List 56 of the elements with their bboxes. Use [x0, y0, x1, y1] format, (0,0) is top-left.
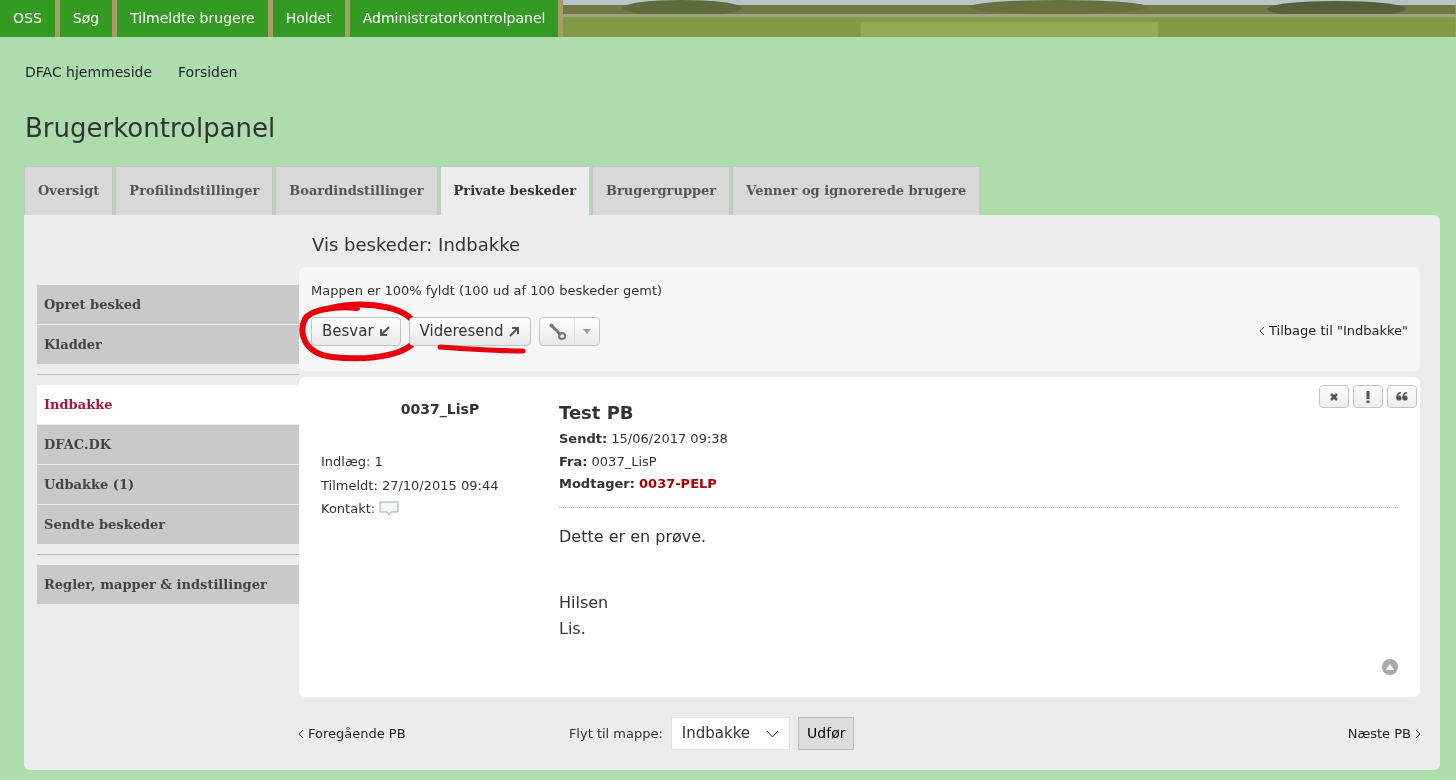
folder-status: Mappen er 100% fyldt (100 ud af 100 beskeder gemt): [311, 282, 664, 301]
forward-button[interactable]: Videresend: [408, 316, 531, 346]
reply-button[interactable]: Besvar: [311, 316, 401, 346]
move-label: Flyt til mappe:: [568, 724, 663, 743]
close-icon: [1329, 391, 1339, 402]
sidebar-item[interactable]: Opret besked: [37, 285, 299, 325]
chevron-icon: [766, 729, 780, 738]
contact-label: Kontakt:: [321, 500, 376, 519]
message-meta: Sendt: 15/06/2017 09:38: [559, 430, 729, 449]
chevron-icon: [1260, 327, 1266, 336]
page-title: Brugerkontrolpanel: [25, 113, 277, 145]
message-meta: Fra: 0037_LisP: [559, 452, 658, 471]
sidebar-item[interactable]: Udbakke (1): [37, 465, 299, 505]
back-link[interactable]: Tilbage til "Indbakke": [1260, 321, 1408, 341]
nav-link[interactable]: Holdet: [272, 0, 350, 37]
chevron-icon: [299, 729, 304, 738]
tab[interactable]: Brugergrupper: [592, 166, 731, 216]
nav-link[interactable]: Søg: [59, 0, 118, 37]
submit-button[interactable]: Udfør: [798, 717, 855, 751]
chevron-icon: [1415, 729, 1420, 738]
message-paragraph: Hilsen Lis.: [559, 591, 610, 640]
folder-select[interactable]: Indbakke: [670, 717, 791, 751]
author-name[interactable]: 0037_LisP: [321, 399, 559, 421]
sidebar-item[interactable]: Sendte beskeder: [37, 505, 299, 545]
previous-link[interactable]: Foregående PB: [299, 723, 406, 744]
scroll-top-icon[interactable]: [1382, 659, 1398, 676]
tab[interactable]: Private beskeder: [439, 166, 591, 216]
wrench-icon: [547, 322, 566, 341]
sidebar-item[interactable]: Indbakke: [37, 385, 299, 425]
section-heading: Vis beskeder: Indbakke: [311, 233, 521, 258]
nav-link[interactable]: Administratorkontrolpanel: [349, 0, 564, 37]
message-subject: Test PB: [559, 401, 635, 426]
nav-link[interactable]: OSS: [0, 0, 60, 37]
author-detail: Indlæg: 1: [321, 453, 384, 472]
next-link[interactable]: Næste PB: [1347, 723, 1420, 744]
author-detail: Tilmeldt: 27/10/2015 09:44: [321, 476, 500, 495]
caret-icon: [582, 328, 591, 334]
quote-button[interactable]: [1387, 385, 1417, 409]
tab[interactable]: Profilindstillinger: [115, 166, 274, 216]
report-button[interactable]: [1353, 385, 1383, 409]
arrow-icon: [378, 325, 390, 337]
exclamation-icon: [1366, 390, 1370, 403]
quote-icon: [1396, 392, 1408, 402]
breadcrumb-link[interactable]: DFAC hjemmeside: [25, 61, 153, 83]
tab[interactable]: Boardindstillinger: [275, 166, 438, 216]
nav-link[interactable]: Tilmeldte brugere: [117, 0, 273, 37]
message-meta: Modtager: 0037-PELP: [559, 475, 718, 494]
tab[interactable]: Venner og ignorerede brugere: [732, 166, 981, 216]
breadcrumb-link[interactable]: Forsiden: [178, 61, 238, 83]
sidebar-item[interactable]: Regler, mapper & indstillinger: [37, 565, 299, 605]
delete-button[interactable]: [1319, 385, 1349, 409]
sidebar-item[interactable]: DFAC.DK: [37, 425, 299, 465]
sidebar-item[interactable]: Kladder: [37, 325, 299, 365]
message-paragraph: Dette er en prøve.: [559, 525, 708, 548]
arrow-icon: [508, 325, 520, 337]
tab[interactable]: Oversigt: [24, 166, 114, 216]
